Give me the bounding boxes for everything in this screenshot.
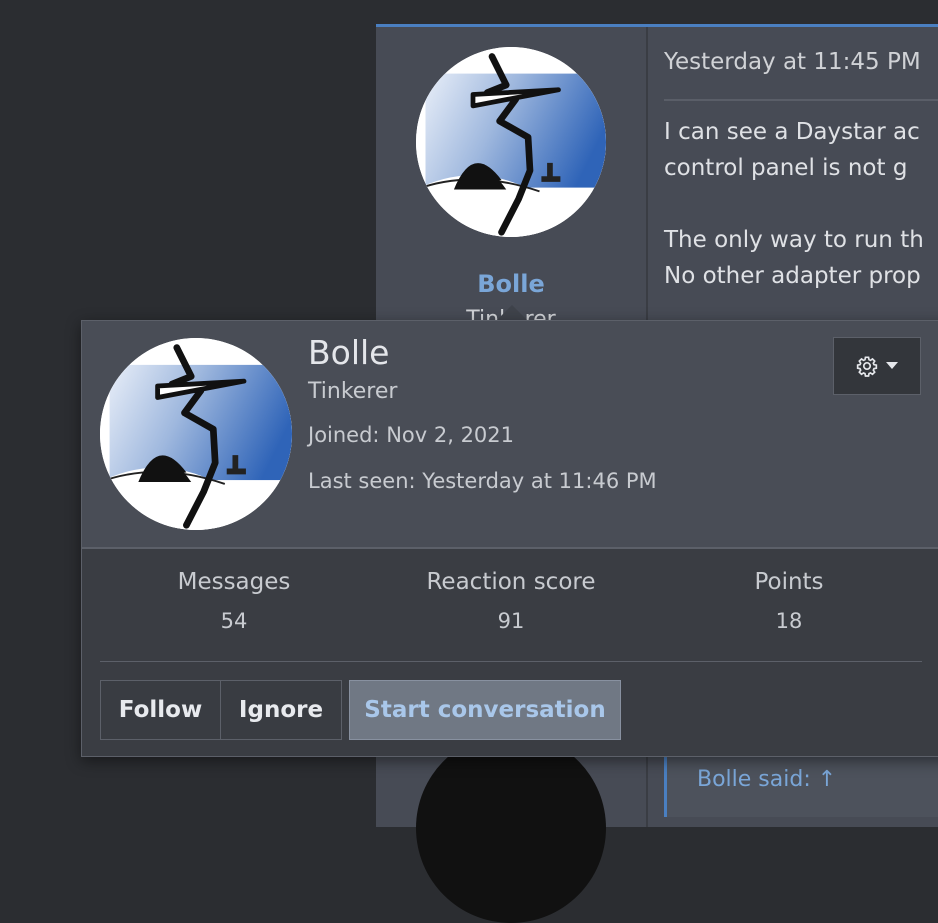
post-body-line: The only way to run th <box>664 227 924 253</box>
post-body-line: control panel is not g <box>664 155 908 181</box>
post-divider <box>664 99 938 101</box>
stat-value[interactable]: 18 <box>664 609 914 633</box>
tooltip-arrow <box>497 305 527 320</box>
joined-label: Joined: <box>308 423 380 447</box>
start-conversation-button[interactable]: Start conversation <box>349 680 621 740</box>
card-username[interactable]: Bolle <box>308 333 389 372</box>
stat-points: Points 18 <box>664 569 914 633</box>
stat-reaction-score: Reaction score 91 <box>386 569 636 633</box>
stat-messages: Messages 54 <box>109 569 359 633</box>
next-post-avatar[interactable] <box>416 733 606 923</box>
gear-icon <box>856 356 878 377</box>
card-header: Bolle Tinkerer Joined: Nov 2, 2021 Last … <box>82 321 938 549</box>
quote-author-link[interactable]: Bolle said: ↑ <box>697 767 836 792</box>
post-date-link[interactable]: Yesterday at 11:45 PM <box>664 49 921 75</box>
joined-value: Nov 2, 2021 <box>386 423 515 447</box>
stat-label: Messages <box>177 569 291 595</box>
member-tooltip-card: Bolle Tinkerer Joined: Nov 2, 2021 Last … <box>81 320 938 757</box>
post-body-line: No other adapter prop <box>664 263 921 289</box>
stats-divider <box>100 661 922 662</box>
last-seen-value: Yesterday at 11:46 PM <box>422 469 657 493</box>
stat-label: Reaction score <box>426 569 596 595</box>
card-user-title: Tinkerer <box>308 379 398 404</box>
member-menu-button[interactable] <box>833 337 921 395</box>
follow-button[interactable]: Follow <box>101 681 221 739</box>
avatar-image <box>416 47 606 237</box>
post-body-line: I can see a Daystar ac <box>664 119 920 145</box>
post-username-link[interactable]: Bolle <box>376 270 646 298</box>
joined-info: Joined: Nov 2, 2021 <box>308 423 514 447</box>
post-avatar[interactable] <box>416 47 606 237</box>
ignore-button[interactable]: Ignore <box>221 681 341 739</box>
last-seen-info: Last seen: Yesterday at 11:46 PM <box>308 469 657 493</box>
stat-value: 91 <box>497 609 525 633</box>
last-seen-label: Last seen: <box>308 469 416 493</box>
follow-ignore-group: Follow Ignore <box>100 680 342 740</box>
avatar-image <box>100 338 292 530</box>
stat-label: Points <box>754 569 824 595</box>
card-avatar[interactable] <box>100 338 292 530</box>
stat-value[interactable]: 54 <box>109 609 359 633</box>
caret-down-icon <box>886 362 898 369</box>
